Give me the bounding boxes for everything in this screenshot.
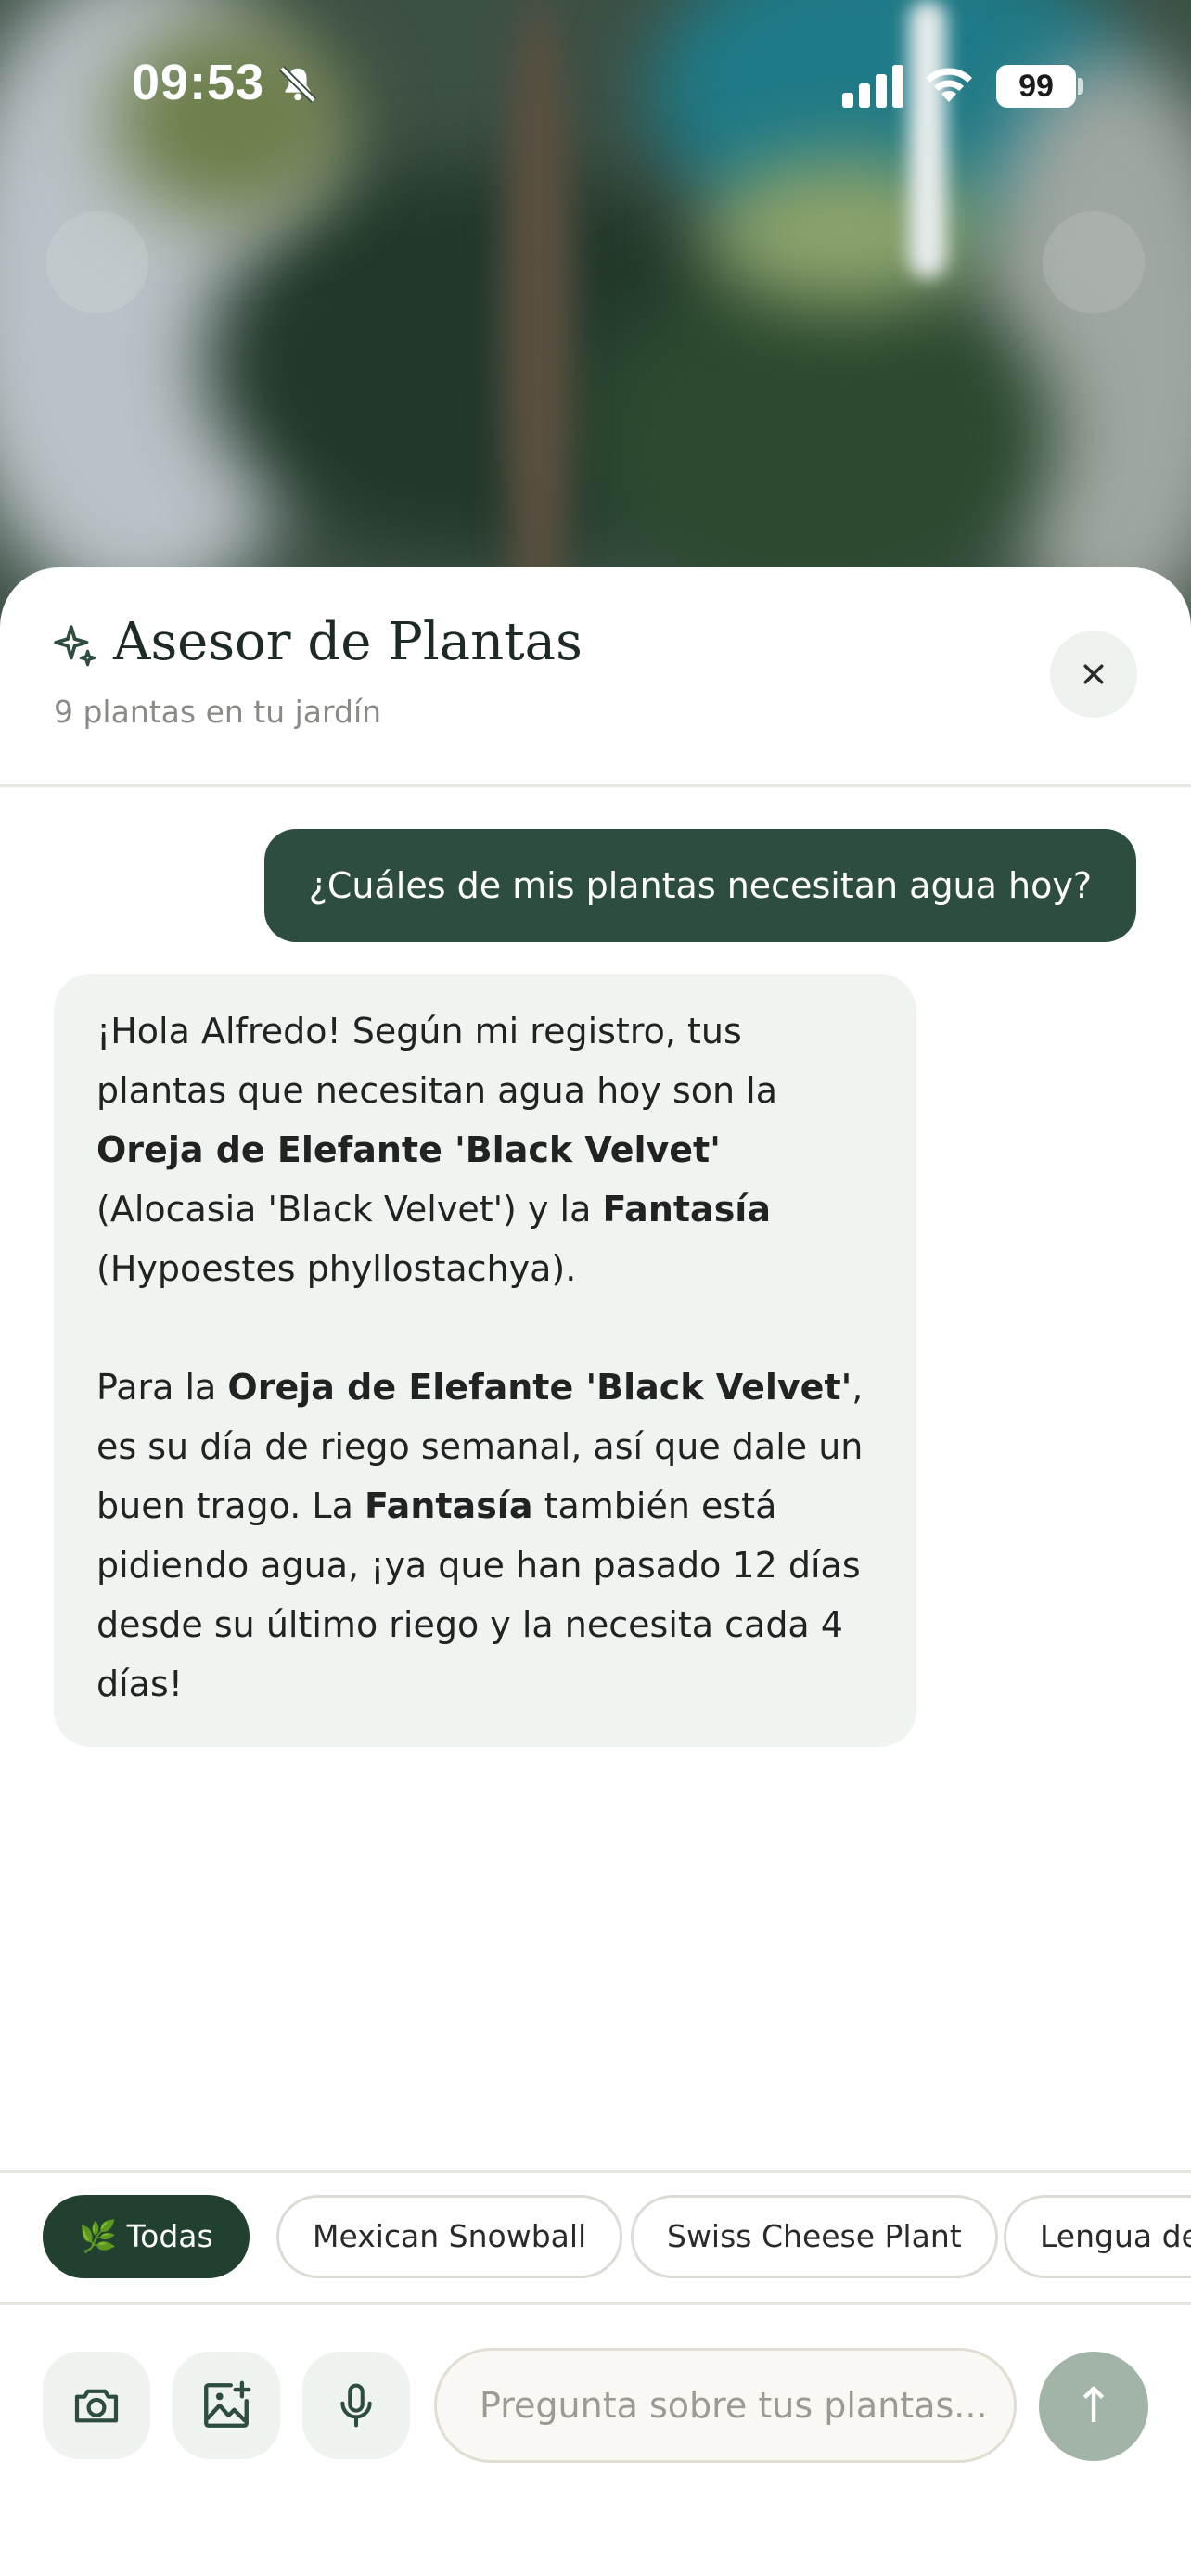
status-bar: 09:53 99 <box>0 0 1191 176</box>
sparkle-icon <box>54 625 96 667</box>
page-title: Asesor de Plantas <box>113 612 583 672</box>
battery-indicator: 99 <box>996 65 1076 108</box>
status-time: 09:53 <box>132 55 265 110</box>
plant-name-highlight: Fantasía <box>364 1486 533 1526</box>
sheet-header: Asesor de Plantas 9 plantas en tu jardín <box>0 567 1191 787</box>
chip-swiss-cheese-plant[interactable]: Swiss Cheese Plant <box>631 2195 998 2278</box>
chip-lengua-de[interactable]: Lengua de <box>1004 2195 1191 2278</box>
question-input[interactable]: Pregunta sobre tus plantas... <box>434 2348 1017 2463</box>
gallery-button[interactable] <box>173 2352 280 2459</box>
chip-all-plants[interactable]: 🌿 Todas <box>43 2195 250 2278</box>
wifi-icon <box>926 68 972 102</box>
edit-button-blurred <box>1043 211 1145 313</box>
plant-name-highlight: Oreja de Elefante 'Black Velvet' <box>96 1129 721 1170</box>
battery-tip <box>1078 78 1083 95</box>
assistant-paragraph: Para la Oreja de Elefante 'Black Velvet'… <box>96 1367 864 1704</box>
message-composer: Pregunta sobre tus plantas... ↑ <box>0 2300 1191 2576</box>
send-arrow-icon: ↑ <box>1073 2378 1114 2434</box>
close-icon <box>1083 664 1104 684</box>
user-message: ¿Cuáles de mis plantas necesitan agua ho… <box>263 829 1136 942</box>
voice-input-button[interactable] <box>302 2352 410 2459</box>
cellular-signal-icon <box>842 65 903 108</box>
assistant-paragraph: ¡Hola Alfredo! Según mi registro, tus pl… <box>96 1011 778 1289</box>
back-button-blurred <box>46 211 148 313</box>
muted-bell-icon <box>279 66 316 103</box>
plant-name-highlight: Fantasía <box>602 1189 771 1230</box>
camera-icon <box>74 2389 119 2423</box>
microphone-icon <box>340 2383 372 2428</box>
chip-mexican-snowball[interactable]: Mexican Snowball <box>276 2195 623 2278</box>
garden-count: 9 plantas en tu jardín <box>54 694 382 730</box>
plant-filter-chips: 🌿 Todas Mexican Snowball Swiss Cheese Pl… <box>0 2170 1191 2305</box>
camera-button[interactable] <box>43 2352 150 2459</box>
plant-name-highlight: Oreja de Elefante 'Black Velvet' <box>227 1367 852 1408</box>
assistant-message: ¡Hola Alfredo! Según mi registro, tus pl… <box>54 974 916 1747</box>
close-button[interactable] <box>1050 631 1137 718</box>
add-image-icon <box>204 2380 251 2428</box>
send-button[interactable]: ↑ <box>1039 2352 1148 2461</box>
plant-advisor-sheet: Asesor de Plantas 9 plantas en tu jardín… <box>0 567 1191 2576</box>
